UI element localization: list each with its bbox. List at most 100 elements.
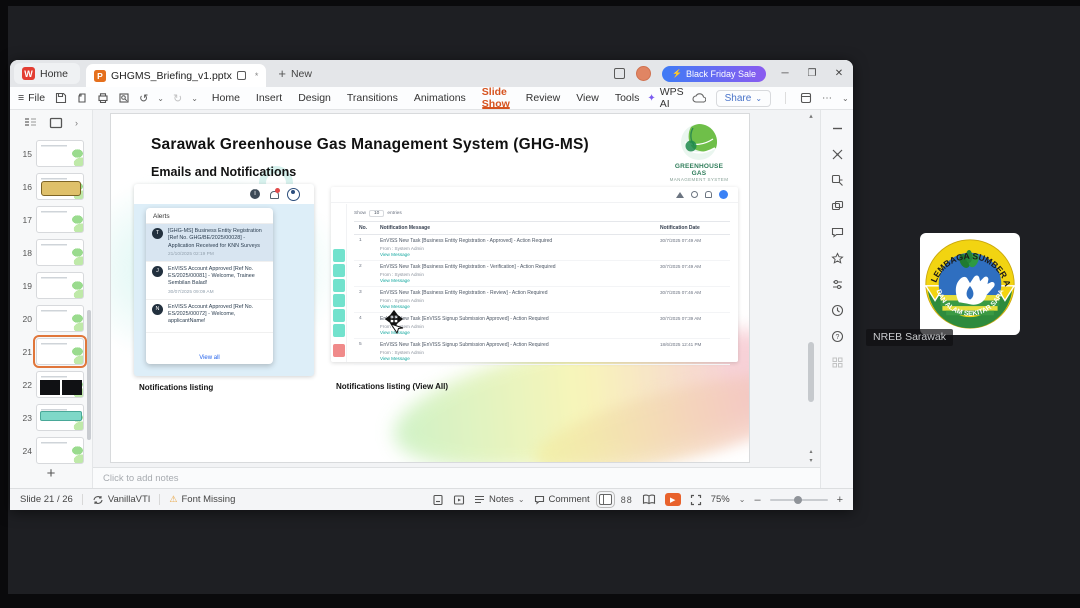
comment-button[interactable]: Comment [534,494,590,505]
view-message-link[interactable]: View Message [380,356,660,361]
user-avatar-icon[interactable] [287,187,300,201]
undo-caret-icon[interactable]: ⌄ [157,94,164,103]
notification-table-row[interactable]: 5 EnVISS New Task [EnVISS Signup Submiss… [354,339,730,365]
ribbon-menu-item[interactable]: Home [212,87,240,109]
slide-thumbnail[interactable] [36,140,84,167]
sidebar-menu-item[interactable] [333,249,345,262]
thumbnail-view-icon[interactable] [49,117,63,129]
new-tab-button[interactable]: + New [278,66,312,81]
print-preview-icon[interactable] [118,92,130,104]
sidebar-menu-item[interactable] [333,264,345,277]
file-menu-button[interactable]: ≡ File [18,92,45,104]
collapse-panel-icon[interactable]: › [75,118,78,128]
print-icon[interactable] [97,92,109,104]
more-options-icon[interactable]: ⋯ [822,93,832,104]
document-tab[interactable]: P GHGMS_Briefing_v1.pptx * [86,64,267,87]
comment-panel-icon[interactable] [831,226,844,239]
zoom-out-button[interactable]: – [754,494,760,506]
present-from-current-icon[interactable] [453,494,465,506]
minimize-button[interactable]: ─ [777,68,793,79]
favorites-star-icon[interactable] [830,252,844,265]
ribbon-menu-item[interactable]: Insert [256,87,282,109]
notes-bar[interactable]: Click to add notes [93,467,820,488]
alert-list-item[interactable]: T [GHG-MS] Business Entity Registration … [146,224,273,262]
account-avatar[interactable] [636,66,651,81]
zoom-caret-icon[interactable]: ⌄ [739,495,746,504]
ribbon-menu-item[interactable]: Tools [615,87,640,109]
slide-thumbnail-row[interactable]: 19 [10,269,92,302]
share-button[interactable]: Share ⌄ [715,89,772,107]
slide-notes-icon[interactable] [432,494,444,506]
scroll-up-icon[interactable]: ▴ [806,112,816,120]
export-icon[interactable] [76,92,88,104]
restore-button[interactable]: ❐ [804,68,820,79]
slide-thumbnail-row[interactable]: 23 [10,401,92,434]
view-message-link[interactable]: View Message [380,330,660,335]
prev-next-slide-buttons[interactable]: ▴ ▾ [806,448,816,465]
fit-to-window-icon[interactable] [690,494,702,506]
view-message-link[interactable]: View Message [380,304,660,309]
zoom-slider-knob[interactable] [793,495,802,504]
ribbon-menu-item[interactable]: View [576,87,599,109]
cloud-sync-icon[interactable] [692,92,706,104]
profile-avatar[interactable] [719,190,728,199]
canvas-scrollbar[interactable]: ▴ ▴ ▾ [806,112,816,465]
apps-grid-icon[interactable] [831,356,844,369]
sidebar-menu-item[interactable] [333,309,345,322]
font-missing-warning[interactable]: ⚠ Font Missing [169,494,235,505]
zoom-level[interactable]: 75% [711,494,730,505]
info-icon[interactable]: i [250,189,260,199]
slide-thumbnail-row[interactable]: 18 [10,236,92,269]
workspace-layout-icon[interactable] [614,68,625,79]
collapse-sidebar-icon[interactable] [831,122,844,135]
sidebar-menu-item[interactable] [333,324,345,337]
zoom-in-button[interactable]: + [837,494,843,506]
slide-thumbnail-row[interactable]: 15 [10,137,92,170]
ribbon-layout-icon[interactable] [800,92,812,104]
slide-thumbnail-row[interactable]: 21 [10,335,92,368]
slide-thumbnail[interactable] [36,371,84,398]
sidebar-menu-item[interactable] [333,294,345,307]
shapes-icon[interactable] [831,200,844,213]
undo-icon[interactable]: ↺ [139,92,148,105]
slide-canvas[interactable]: Sarawak Greenhouse Gas Management System… [110,113,750,463]
bell-icon[interactable] [705,191,712,198]
panel-scrollbar[interactable] [87,310,91,440]
settings-sliders-icon[interactable] [831,278,844,291]
gear-icon[interactable] [691,191,698,198]
alert-list-item[interactable]: N EnVISS Account Approved [Ref No. ES/20… [146,300,273,333]
slide-thumbnail[interactable] [36,437,84,464]
quick-tools-icon[interactable] [831,148,844,161]
sidebar-logout-item[interactable] [333,344,345,357]
slide-indicator[interactable]: Slide 21 / 26 [20,494,73,505]
outline-view-icon[interactable] [24,117,37,129]
slide-thumbnail-row[interactable]: 20 [10,302,92,335]
help-icon[interactable]: ? [831,330,844,343]
tab-preview-icon[interactable] [236,71,246,80]
ribbon-menu-item[interactable]: Transitions [347,87,398,109]
ribbon-menu-item[interactable]: Slide Show [481,86,510,110]
save-icon[interactable] [55,92,67,104]
scrollbar-thumb[interactable] [808,342,814,402]
zoom-slider[interactable] [769,495,828,504]
alert-list-item[interactable]: J EnVISS Account Approved [Ref No. ES/20… [146,262,273,300]
entries-per-page-select[interactable]: 10 [369,210,385,217]
collapse-ribbon-icon[interactable]: ⌄ [842,94,849,103]
ribbon-menu-item[interactable]: Design [298,87,331,109]
view-message-link[interactable]: View Message [380,252,660,257]
bell-notification-icon[interactable] [269,188,280,199]
sidebar-menu-item[interactable] [333,279,345,292]
ribbon-menu-item[interactable]: Review [526,87,560,109]
slide-thumbnail[interactable] [36,272,84,299]
participant-video-tile[interactable]: LEMBAGA SUMBER ASLI DAN ALAM SEKITAR SAR… [920,233,1020,335]
notification-table-row[interactable]: 3 EnVISS New Task [Business Entity Regis… [354,287,730,313]
home-icon[interactable] [676,191,684,198]
ribbon-menu-item[interactable]: Animations [414,87,466,109]
notes-toggle[interactable]: Notes ⌄ [474,494,525,505]
add-slide-button[interactable]: + [10,465,92,482]
slide-thumbnail[interactable] [36,404,84,431]
qat-more-caret-icon[interactable]: ⌄ [191,94,198,103]
slide-thumbnail-row[interactable]: 16 [10,170,92,203]
notification-table-row[interactable]: 1 EnVISS New Task [Business Entity Regis… [354,235,730,261]
reading-view-button[interactable] [642,494,656,505]
